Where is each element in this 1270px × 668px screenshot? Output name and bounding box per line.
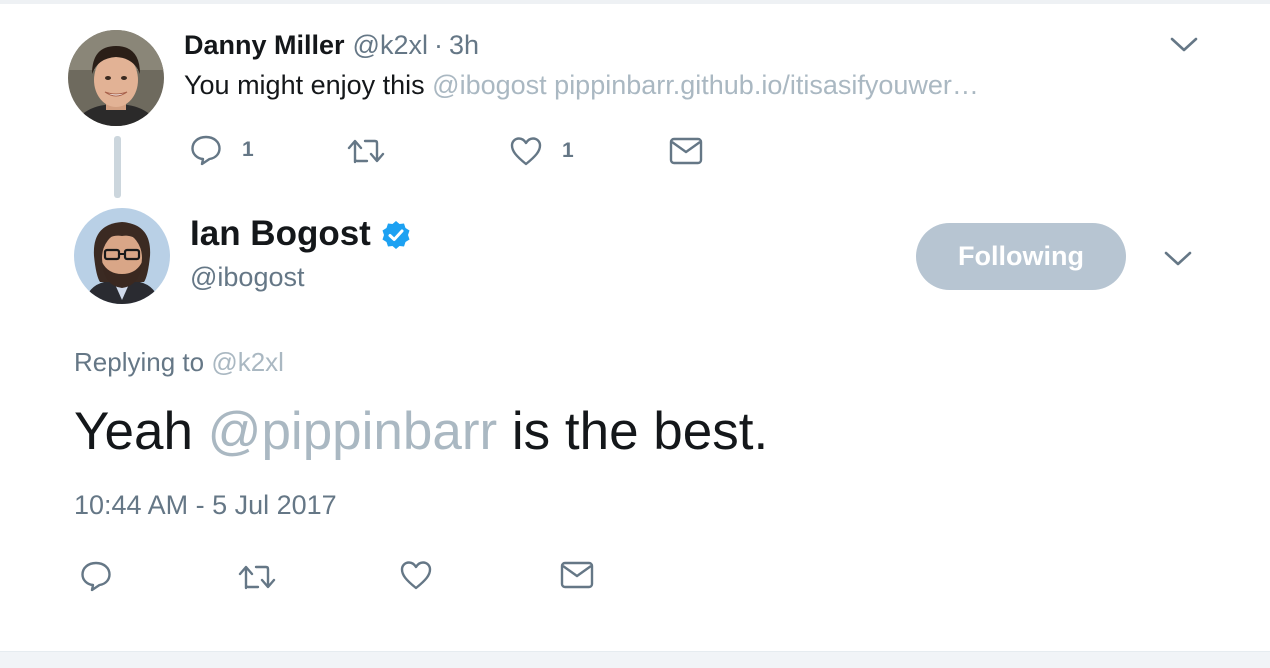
following-button[interactable]: Following bbox=[916, 223, 1126, 290]
tweet-timestamp[interactable]: 10:44 AM - 5 Jul 2017 bbox=[74, 490, 337, 521]
reply-icon[interactable] bbox=[80, 560, 112, 592]
retweet-icon[interactable] bbox=[347, 136, 385, 166]
author-name[interactable]: Danny Miller bbox=[184, 30, 345, 61]
retweet-action[interactable] bbox=[238, 562, 276, 592]
main-tweet-text: Yeah @pippinbarr is the best. bbox=[74, 400, 768, 464]
reply-icon[interactable] bbox=[190, 134, 222, 166]
reply-action[interactable] bbox=[80, 560, 112, 592]
avatar-danny-miller[interactable] bbox=[68, 30, 164, 126]
message-action[interactable] bbox=[560, 561, 594, 589]
tweet-text-start: Yeah bbox=[74, 402, 193, 461]
tweet-time[interactable]: 3h bbox=[449, 30, 479, 61]
chevron-down-icon[interactable] bbox=[1170, 36, 1198, 54]
url-link[interactable]: pippinbarr.github.io/itisasifyouwer… bbox=[554, 70, 979, 100]
like-action[interactable] bbox=[400, 560, 432, 590]
mention-link[interactable]: @ibogost bbox=[432, 70, 546, 100]
verified-badge-icon bbox=[381, 219, 411, 249]
replying-label: Replying to bbox=[74, 347, 205, 377]
like-count: 1 bbox=[562, 139, 574, 162]
top-divider bbox=[0, 0, 1270, 4]
message-icon[interactable] bbox=[560, 561, 594, 589]
reply-count: 1 bbox=[242, 138, 254, 161]
retweet-action[interactable] bbox=[347, 136, 385, 166]
thread-line bbox=[114, 136, 121, 198]
author-handle[interactable]: @ibogost bbox=[190, 262, 304, 293]
separator-dot: · bbox=[433, 29, 443, 60]
reply-action[interactable]: 1 bbox=[190, 134, 254, 166]
replying-handle-link[interactable]: @k2xl bbox=[211, 347, 284, 377]
tweet-text-end: is the best. bbox=[511, 402, 769, 461]
like-icon[interactable] bbox=[510, 136, 542, 166]
bottom-divider bbox=[0, 651, 1270, 668]
parent-tweet-header: Danny Miller @k2xl · 3h bbox=[184, 28, 479, 62]
message-action[interactable] bbox=[669, 137, 703, 165]
message-icon[interactable] bbox=[669, 137, 703, 165]
like-icon[interactable] bbox=[400, 560, 432, 590]
author-name[interactable]: Ian Bogost bbox=[190, 214, 371, 254]
parent-tweet-text: You might enjoy this @ibogost pippinbarr… bbox=[184, 70, 979, 101]
chevron-down-icon[interactable] bbox=[1164, 250, 1192, 268]
avatar-ian-bogost[interactable] bbox=[74, 208, 170, 304]
like-action[interactable]: 1 bbox=[510, 136, 574, 166]
author-handle[interactable]: @k2xl bbox=[353, 30, 428, 61]
replying-to: Replying to @k2xl bbox=[74, 347, 284, 378]
retweet-icon[interactable] bbox=[238, 562, 276, 592]
mention-link[interactable]: @pippinbarr bbox=[208, 402, 498, 461]
main-author-row: Ian Bogost bbox=[190, 214, 411, 254]
tweet-text-body: You might enjoy this bbox=[184, 70, 425, 100]
